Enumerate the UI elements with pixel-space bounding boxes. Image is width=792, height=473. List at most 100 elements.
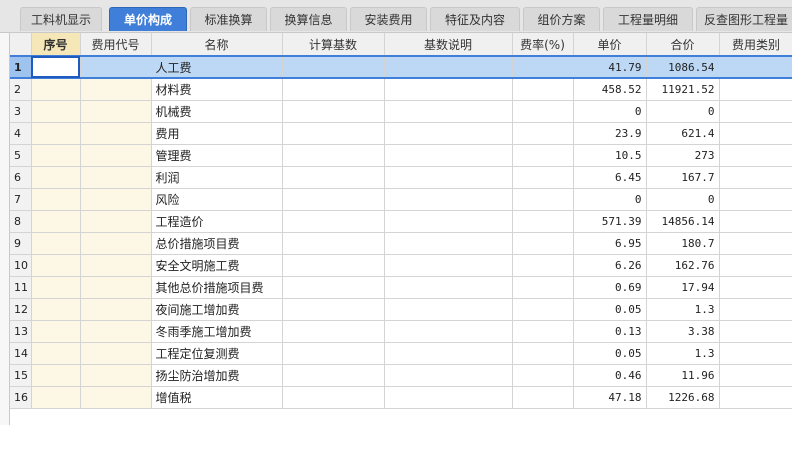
col-header-fee-category[interactable]: 费用类别 — [719, 33, 792, 57]
table-row[interactable]: 12 夜间施工增加费 0.05 1.3 — [10, 298, 792, 321]
cell-total[interactable]: 180.7 — [646, 232, 720, 255]
row-number[interactable]: 10 — [10, 254, 32, 277]
cell-name[interactable]: 机械费 — [151, 100, 283, 123]
cell-total[interactable]: 0 — [646, 100, 720, 123]
cell-base-desc[interactable] — [384, 254, 513, 277]
cell-fee-category[interactable] — [719, 144, 792, 167]
cell-seq[interactable] — [31, 188, 81, 211]
cell-fee-code[interactable] — [80, 386, 152, 409]
cell-rate[interactable] — [512, 298, 574, 321]
cell-base-desc[interactable] — [384, 210, 513, 233]
cell-unit-price[interactable]: 458.52 — [573, 78, 647, 101]
cell-fee-category[interactable] — [719, 386, 792, 409]
cell-seq[interactable] — [31, 342, 81, 365]
cell-fee-code[interactable] — [80, 364, 152, 387]
cell-unit-price[interactable]: 6.26 — [573, 254, 647, 277]
cell-total[interactable]: 273 — [646, 144, 720, 167]
cell-unit-price[interactable]: 0.13 — [573, 320, 647, 343]
cell-seq[interactable] — [31, 78, 81, 101]
cell-name[interactable]: 利润 — [151, 166, 283, 189]
cell-fee-category[interactable] — [719, 100, 792, 123]
cell-total[interactable]: 3.38 — [646, 320, 720, 343]
table-row[interactable]: 1 人工费 41.79 1086.54 — [10, 55, 792, 79]
cell-calc-base[interactable] — [282, 276, 385, 299]
cell-fee-category[interactable] — [719, 364, 792, 387]
table-row[interactable]: 6 利润 6.45 167.7 — [10, 166, 792, 189]
cell-seq[interactable] — [31, 386, 81, 409]
cell-calc-base[interactable] — [282, 210, 385, 233]
cell-calc-base[interactable] — [282, 386, 385, 409]
cell-fee-code[interactable] — [80, 188, 152, 211]
cell-fee-code[interactable] — [80, 254, 152, 277]
cell-base-desc[interactable] — [384, 320, 513, 343]
cell-fee-code[interactable] — [80, 320, 152, 343]
cell-calc-base[interactable] — [282, 342, 385, 365]
cell-calc-base[interactable] — [282, 122, 385, 145]
cell-fee-category[interactable] — [719, 210, 792, 233]
table-row[interactable]: 16 增值税 47.18 1226.68 — [10, 386, 792, 409]
cell-base-desc[interactable] — [384, 166, 513, 189]
cell-total[interactable]: 167.7 — [646, 166, 720, 189]
row-number[interactable]: 1 — [10, 55, 32, 79]
cell-rate[interactable] — [512, 342, 574, 365]
cell-rate[interactable] — [512, 276, 574, 299]
cell-fee-category[interactable] — [719, 78, 792, 101]
table-row[interactable]: 8 工程造价 571.39 14856.14 — [10, 210, 792, 233]
cell-calc-base[interactable] — [282, 166, 385, 189]
cell-seq[interactable] — [31, 298, 81, 321]
col-header-base-desc[interactable]: 基数说明 — [384, 33, 513, 57]
cell-base-desc[interactable] — [384, 232, 513, 255]
cell-base-desc[interactable] — [384, 364, 513, 387]
table-row[interactable]: 15 扬尘防治增加费 0.46 11.96 — [10, 364, 792, 387]
cell-base-desc[interactable] — [384, 100, 513, 123]
cell-base-desc[interactable] — [384, 188, 513, 211]
cell-total[interactable]: 17.94 — [646, 276, 720, 299]
tab-installation-fees[interactable]: 安装费用 — [350, 7, 427, 31]
cell-unit-price[interactable]: 0.05 — [573, 342, 647, 365]
cell-base-desc[interactable] — [384, 276, 513, 299]
row-number[interactable]: 8 — [10, 210, 32, 233]
table-row[interactable]: 14 工程定位复测费 0.05 1.3 — [10, 342, 792, 365]
table-row[interactable]: 4 费用 23.9 621.4 — [10, 122, 792, 145]
cell-fee-code[interactable] — [80, 78, 152, 101]
cell-rate[interactable] — [512, 386, 574, 409]
cell-rate[interactable] — [512, 78, 574, 101]
row-number[interactable]: 4 — [10, 122, 32, 145]
cell-total[interactable]: 1086.54 — [646, 55, 720, 79]
cell-fee-category[interactable] — [719, 55, 792, 79]
cell-fee-category[interactable] — [719, 188, 792, 211]
cell-name[interactable]: 人工费 — [151, 55, 283, 79]
cell-rate[interactable] — [512, 166, 574, 189]
cell-fee-code[interactable] — [80, 55, 152, 79]
cell-fee-category[interactable] — [719, 298, 792, 321]
cell-fee-code[interactable] — [80, 144, 152, 167]
col-header-name[interactable]: 名称 — [151, 33, 283, 57]
cell-total[interactable]: 1226.68 — [646, 386, 720, 409]
cell-unit-price[interactable]: 23.9 — [573, 122, 647, 145]
cell-unit-price[interactable]: 0 — [573, 188, 647, 211]
row-number[interactable]: 6 — [10, 166, 32, 189]
cell-name[interactable]: 费用 — [151, 122, 283, 145]
cell-seq[interactable] — [31, 144, 81, 167]
tab-reverse-graphic-quantity[interactable]: 反查图形工程量 — [696, 7, 792, 31]
row-number[interactable]: 14 — [10, 342, 32, 365]
cell-fee-category[interactable] — [719, 342, 792, 365]
cell-name[interactable]: 冬雨季施工增加费 — [151, 320, 283, 343]
col-header-fee-code[interactable]: 费用代号 — [80, 33, 152, 57]
cell-rate[interactable] — [512, 320, 574, 343]
cell-total[interactable]: 621.4 — [646, 122, 720, 145]
cell-fee-code[interactable] — [80, 166, 152, 189]
cell-seq[interactable] — [31, 122, 81, 145]
cell-seq[interactable] — [31, 364, 81, 387]
table-row[interactable]: 7 风险 0 0 — [10, 188, 792, 211]
cell-rate[interactable] — [512, 144, 574, 167]
cell-calc-base[interactable] — [282, 232, 385, 255]
cell-fee-code[interactable] — [80, 232, 152, 255]
cell-name[interactable]: 材料费 — [151, 78, 283, 101]
cell-seq[interactable] — [31, 276, 81, 299]
cell-total[interactable]: 0 — [646, 188, 720, 211]
cell-calc-base[interactable] — [282, 55, 385, 79]
cell-name[interactable]: 扬尘防治增加费 — [151, 364, 283, 387]
row-number[interactable]: 12 — [10, 298, 32, 321]
cell-seq[interactable] — [31, 210, 81, 233]
